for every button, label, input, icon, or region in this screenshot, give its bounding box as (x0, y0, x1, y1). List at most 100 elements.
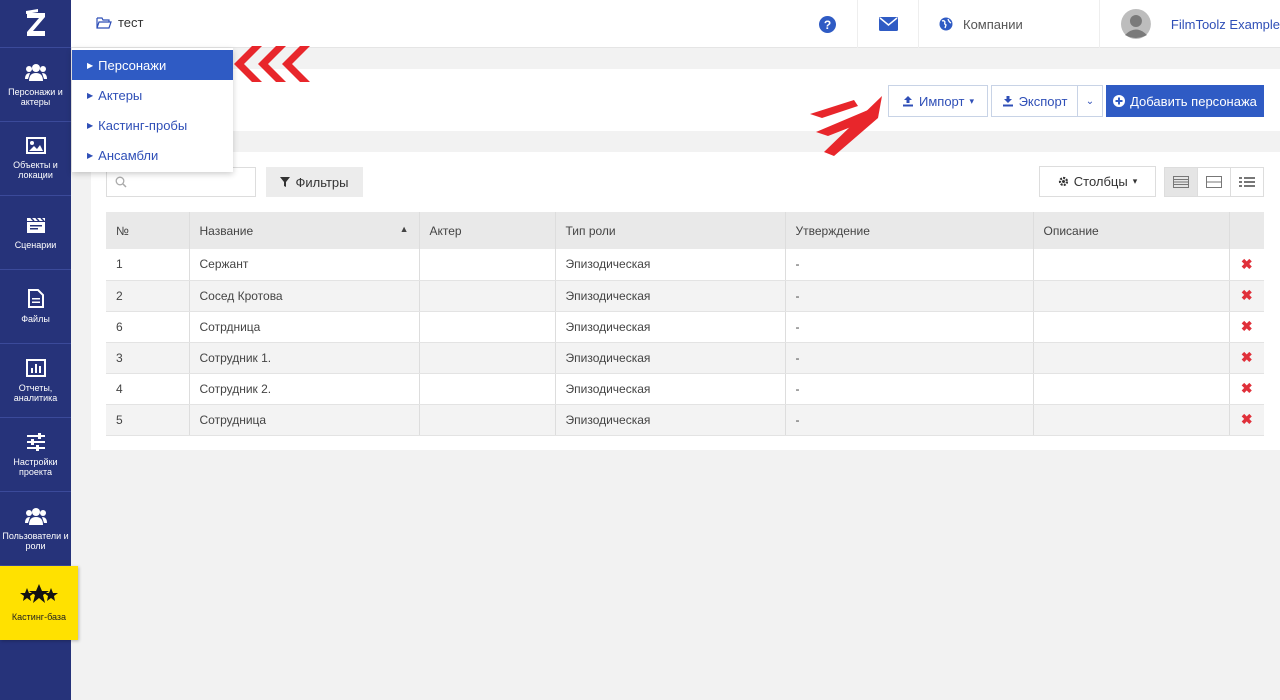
view-list-button[interactable] (1231, 168, 1263, 196)
table-row[interactable]: 4 Сотрудник 2. Эпизодическая - ✖ (106, 373, 1264, 405)
right-arrow-annotation (810, 96, 882, 156)
export-button[interactable]: Экспорт (991, 85, 1078, 117)
cell-name[interactable]: Сержант (189, 249, 420, 281)
cell-actor[interactable] (419, 373, 556, 405)
cell-approval[interactable]: - (785, 249, 1034, 281)
users-icon (24, 507, 47, 525)
cell-actor[interactable] (419, 342, 556, 374)
cell-approval[interactable]: - (785, 404, 1034, 436)
delete-icon[interactable]: ✖ (1229, 404, 1264, 436)
cell-role-type[interactable]: Эпизодическая (555, 280, 786, 312)
cell-number: 5 (106, 404, 190, 436)
cell-name[interactable]: Сотрдница (189, 311, 420, 343)
sidebar-item-users[interactable]: Пользователи и роли (0, 492, 71, 566)
messages-button[interactable] (857, 0, 918, 48)
column-header-label: Название (199, 223, 254, 238)
cell-number: 4 (106, 373, 190, 405)
cell-actor[interactable] (419, 249, 556, 281)
delete-icon[interactable]: ✖ (1229, 311, 1264, 343)
column-header-role-type[interactable]: Тип роли (555, 212, 786, 249)
search-icon (115, 176, 127, 188)
sidebar-item-label: Персонажи и актеры (8, 86, 63, 107)
column-header-name[interactable]: Название ▲ (189, 212, 420, 249)
cell-name[interactable]: Сотрудница (189, 404, 420, 436)
cell-name[interactable]: Сосед Кротова (189, 280, 420, 312)
user-menu[interactable]: FilmToolz Example (1099, 0, 1280, 48)
help-button[interactable]: ? (797, 0, 857, 48)
cell-description[interactable] (1033, 342, 1230, 374)
sidebar-item-label: Сценарии (14, 239, 57, 250)
table-row[interactable]: 2 Сосед Кротова Эпизодическая - ✖ (106, 280, 1264, 312)
view-compact-button[interactable] (1165, 168, 1198, 196)
table-row[interactable]: 1 Сержант Эпизодическая - ✖ (106, 249, 1264, 281)
add-character-button[interactable]: Добавить персонажа (1106, 85, 1264, 117)
delete-icon[interactable]: ✖ (1229, 249, 1264, 281)
cell-description[interactable] (1033, 311, 1230, 343)
submenu-item-actors[interactable]: ▶ Актеры (72, 80, 233, 110)
import-button[interactable]: Импорт ▾ (888, 85, 988, 117)
import-label: Импорт (919, 93, 965, 109)
column-header-description[interactable]: Описание (1033, 212, 1230, 249)
cell-actor[interactable] (419, 404, 556, 436)
caret-right-icon: ▶ (87, 120, 94, 130)
delete-icon[interactable]: ✖ (1229, 280, 1264, 312)
submenu-item-casting-tests[interactable]: ▶ Кастинг-пробы (72, 110, 233, 140)
delete-icon[interactable]: ✖ (1229, 373, 1264, 405)
companies-menu[interactable]: Компании (918, 0, 1099, 48)
cell-role-type[interactable]: Эпизодическая (555, 373, 786, 405)
sidebar-item-reports[interactable]: Отчеты, аналитика (0, 344, 71, 418)
table-row[interactable]: 5 Сотрудница Эпизодическая - ✖ (106, 404, 1264, 436)
cell-approval[interactable]: - (785, 342, 1034, 374)
submenu-item-characters[interactable]: ▶ Персонажи (72, 50, 233, 80)
filter-icon (280, 177, 291, 187)
submenu-item-ensembles[interactable]: ▶ Ансамбли (72, 140, 233, 170)
sidebar-item-files[interactable]: Файлы (0, 270, 71, 344)
sidebar-item-scripts[interactable]: Сценарии (0, 196, 71, 270)
columns-button[interactable]: Столбцы ▾ (1039, 166, 1156, 197)
cell-actor[interactable] (419, 280, 556, 312)
chevron-down-icon: ▾ (969, 95, 974, 106)
cell-role-type[interactable]: Эпизодическая (555, 404, 786, 436)
image-icon (25, 137, 46, 154)
sidebar-item-casting-base[interactable]: Кастинг-база (0, 566, 78, 640)
characters-submenu: ▶ Персонажи ▶ Актеры ▶ Кастинг-пробы ▶ А… (72, 48, 233, 172)
cell-role-type[interactable]: Эпизодическая (555, 342, 786, 374)
chart-icon (25, 358, 46, 377)
app-logo[interactable] (0, 0, 71, 48)
export-options-button[interactable]: ⌄ (1077, 85, 1103, 117)
sidebar-item-settings[interactable]: Настройки проекта (0, 418, 71, 492)
filters-label: Фильтры (295, 174, 349, 190)
sort-asc-icon: ▲ (399, 223, 409, 234)
column-header-approval[interactable]: Утверждение (785, 212, 1034, 249)
filters-button[interactable]: Фильтры (266, 167, 363, 197)
delete-icon[interactable]: ✖ (1229, 342, 1264, 374)
column-header-actor[interactable]: Актер (419, 212, 556, 249)
companies-label: Компании (963, 16, 1023, 32)
cell-description[interactable] (1033, 249, 1230, 281)
cell-actor[interactable] (419, 311, 556, 343)
table-row[interactable]: 3 Сотрудник 1. Эпизодическая - ✖ (106, 342, 1264, 374)
cell-approval[interactable]: - (785, 373, 1034, 405)
cell-description[interactable] (1033, 373, 1230, 405)
cell-number: 6 (106, 311, 190, 343)
cell-description[interactable] (1033, 280, 1230, 312)
add-character-label: Добавить персонажа (1130, 93, 1257, 109)
view-normal-button[interactable] (1198, 168, 1231, 196)
cell-role-type[interactable]: Эпизодическая (555, 311, 786, 343)
breadcrumb[interactable]: тест (96, 15, 144, 30)
table-row[interactable]: 6 Сотрдница Эпизодическая - ✖ (106, 311, 1264, 343)
column-header-number[interactable]: № (106, 212, 190, 249)
cell-name[interactable]: Сотрудник 2. (189, 373, 420, 405)
sidebar-item-objects[interactable]: Объекты и локации (0, 122, 71, 196)
cell-approval[interactable]: - (785, 311, 1034, 343)
sidebar-item-characters[interactable]: Персонажи и актеры (0, 48, 71, 122)
upload-icon (903, 96, 913, 107)
cell-role-type[interactable]: Эпизодическая (555, 249, 786, 281)
logo-icon (25, 8, 45, 36)
user-name: FilmToolz Example (1170, 16, 1280, 32)
cell-name[interactable]: Сотрудник 1. (189, 342, 420, 374)
cell-description[interactable] (1033, 404, 1230, 436)
sidebar-item-label: Файлы (21, 314, 50, 324)
cell-approval[interactable]: - (785, 280, 1034, 312)
clapperboard-icon (26, 216, 45, 233)
